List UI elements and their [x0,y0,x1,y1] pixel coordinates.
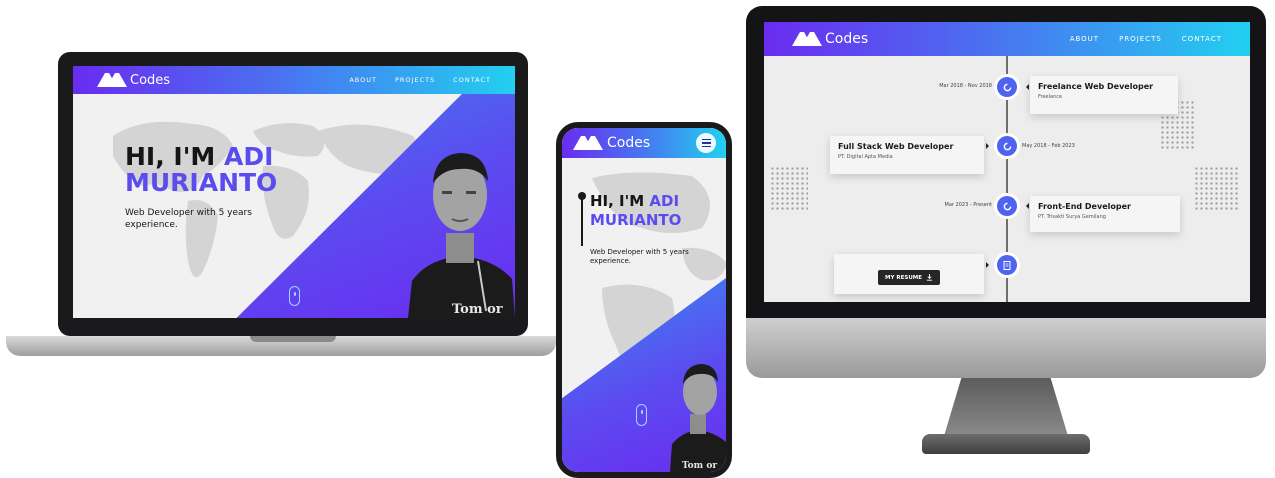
brand-logo[interactable]: Codes [97,73,170,88]
briefcase-icon [1003,202,1011,210]
mobile-shirt-print: Tom or [682,461,717,471]
nav-projects[interactable]: PROJECTS [395,76,435,84]
briefcase-icon [1003,142,1011,150]
timeline-caret [1026,203,1029,209]
hero-heading: HI, I'M ADI MURIANTO [125,142,278,198]
timeline-title: Freelance Web Developer [1038,82,1154,91]
timeline-caret [1026,84,1029,90]
desktop-logo-mark-icon [792,32,822,46]
nav-links: ABOUT PROJECTS CONTACT [331,76,491,84]
mobile-hero-first-name: ADI [649,192,680,210]
desktop-navbar: Codes ABOUT PROJECTS CONTACT [764,22,1250,56]
monitor-chin [746,318,1266,378]
timeline-date: Mar 2018 - Nov 2018 [939,83,992,89]
timeline-date: Mar 2023 - Present [944,202,993,208]
mobile-hero-greeting: HI, I'M [590,192,645,210]
desktop-nav-contact[interactable]: CONTACT [1182,35,1222,43]
monitor-stand-neck [944,378,1068,436]
mobile-logo-mark-icon [573,136,603,150]
timeline-title: Full Stack Web Developer [838,142,954,151]
monitor-stand-foot [922,434,1090,454]
hero-first-name: ADI [223,142,274,171]
mobile-hero-last-name: MURIANTO [590,210,682,229]
timeline-company: Freelance [1038,94,1063,100]
nav-about[interactable]: ABOUT [349,76,377,84]
laptop-notch [250,336,336,342]
desktop-nav-links: ABOUT PROJECTS CONTACT [1050,35,1222,43]
timeline-caret [986,262,989,268]
hero-greeting: HI, I'M [125,142,216,171]
desktop-brand-logo[interactable]: Codes [792,31,868,47]
download-icon [926,274,933,281]
timeline-date: May 2018 - Feb 2023 [1022,143,1075,149]
timeline-dot [997,77,1017,97]
timeline-dot [997,255,1017,275]
timeline-dot [997,196,1017,216]
desktop-nav-about[interactable]: ABOUT [1070,35,1099,43]
brand-name: Codes [130,72,171,88]
mobile-profile-photo: Tom or [670,356,726,472]
timeline-caret [986,143,989,149]
mobile-brand-name: Codes [607,135,651,151]
desktop-brand-name: Codes [825,31,869,47]
phone-screen: Tom or HI, I'M ADI MURIANTO Web Develope… [562,128,726,472]
scroll-down-indicator[interactable] [289,286,300,306]
hero-background: Tom or HI, I'M ADI MURIANTO Web Develope… [73,66,515,318]
timeline-card: Full Stack Web Developer PT. Digital Apt… [830,136,984,174]
dot-pattern [770,166,808,212]
logo-mark-icon [97,73,127,87]
site-navbar: Codes ABOUT PROJECTS CONTACT [73,66,515,94]
briefcase-icon [1003,83,1011,91]
mobile-hero-subtitle: Web Developer with 5 years experience. [590,248,689,266]
shirt-print: Tom or [452,302,503,317]
laptop-screen: Tom or HI, I'M ADI MURIANTO Web Develope… [73,66,515,318]
nav-contact[interactable]: CONTACT [453,76,491,84]
hero-subtitle: Web Developer with 5 years experience. [125,208,252,231]
timeline-company: PT. Trisakti Surya Gemilang [1038,214,1106,220]
timeline-company: PT. Digital Apta Media [838,154,893,160]
mobile-navbar: Codes [562,128,726,158]
my-resume-label: MY RESUME [885,274,923,281]
mobile-hero-background: Tom or HI, I'M ADI MURIANTO Web Develope… [562,128,726,472]
hero-last-name: MURIANTO [125,168,278,198]
document-icon [1003,260,1011,270]
mobile-hero-heading: HI, I'M ADI MURIANTO [590,192,682,229]
mobile-side-line [581,198,583,246]
hamburger-menu-icon[interactable] [696,133,716,153]
mobile-brand-logo[interactable]: Codes [572,135,650,151]
timeline-dot [997,136,1017,156]
my-resume-button[interactable]: MY RESUME [878,270,941,285]
monitor-screen: Mar 2018 - Nov 2018 Freelance Web Develo… [764,22,1250,302]
timeline-title: Front-End Developer [1038,202,1131,211]
timeline-card: Front-End Developer PT. Trisakti Surya G… [1030,196,1180,232]
desktop-nav-projects[interactable]: PROJECTS [1119,35,1162,43]
dot-pattern [1194,166,1238,210]
profile-photo: Tom or [408,141,515,318]
timeline-card: Freelance Web Developer Freelance [1030,76,1178,114]
mobile-scroll-down-indicator[interactable] [636,404,647,426]
mobile-side-dot [578,192,586,200]
